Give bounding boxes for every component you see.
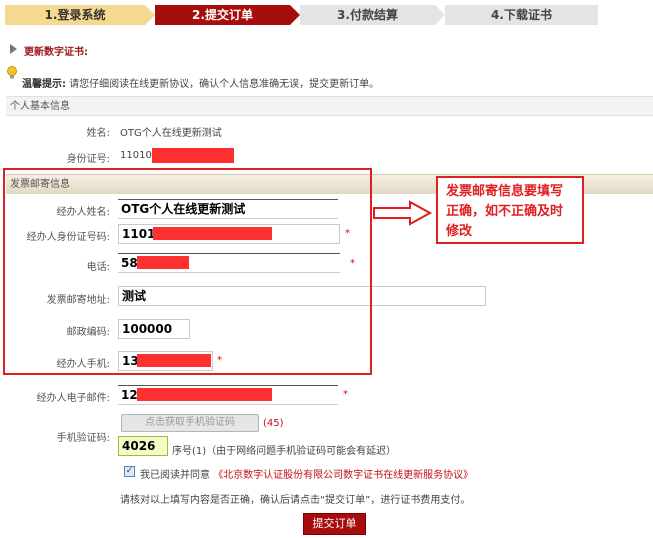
step-2-arrow	[290, 5, 300, 25]
confirm-text: 请核对以上填写内容是否正确，确认后请点击“提交订单”，进行证书费用支付。	[120, 495, 471, 506]
required-mark: *	[343, 389, 348, 400]
hint-text: 请您仔细阅读在线更新协议，确认个人信息准确无误，提交更新订单。	[69, 79, 380, 90]
triangle-bullet-icon	[10, 44, 17, 54]
redaction-mask	[137, 388, 272, 401]
redaction-mask	[152, 148, 234, 163]
annotation-callout: 发票邮寄信息要填写正确，如不正确及时修改	[436, 176, 584, 244]
step-4: 4.下载证书	[445, 5, 598, 25]
agreement-checkbox[interactable]: ✓	[124, 466, 135, 477]
email-label: 经办人电子邮件:	[36, 393, 110, 404]
submit-order-button[interactable]: 提交订单	[303, 513, 366, 535]
step-2: 2.提交订单	[155, 5, 290, 25]
countdown-text: (45)	[263, 418, 284, 429]
step-3-arrow	[435, 5, 445, 25]
sms-code-label: 手机验证码:	[56, 433, 110, 444]
sms-code-input[interactable]: 4026	[118, 436, 168, 456]
hint-title: 温馨提示:	[22, 79, 66, 90]
hint-row: 温馨提示: 请您仔细阅读在线更新协议，确认个人信息准确无误，提交更新订单。	[22, 75, 379, 90]
agreement-prefix: 我已阅读并同意	[140, 470, 210, 481]
step-1-arrow	[145, 5, 155, 25]
step-3: 3.付款结算	[300, 5, 435, 25]
sms-note: 序号(1)（由于网络问题手机验证码可能会有延迟）	[172, 446, 397, 457]
agreement-link[interactable]: 《北京数字认证股份有限公司数字证书在线更新服务协议》	[213, 470, 473, 481]
personal-info-header: 个人基本信息	[6, 96, 653, 116]
get-sms-code-button[interactable]: 点击获取手机验证码	[121, 414, 259, 432]
id-label: 身份证号:	[66, 154, 110, 165]
lightbulb-icon	[6, 66, 18, 80]
name-value: OTG个人在线更新测试	[120, 128, 222, 139]
id-value: 11010	[120, 150, 152, 161]
highlight-box	[3, 168, 372, 375]
annotation-arrow-icon	[372, 200, 434, 226]
section-title: 更新数字证书:	[24, 47, 88, 58]
agreement-text: 我已阅读并同意 《北京数字认证股份有限公司数字证书在线更新服务协议》	[140, 466, 473, 481]
step-1: 1.登录系统	[5, 5, 145, 25]
name-label: 姓名:	[86, 128, 110, 139]
